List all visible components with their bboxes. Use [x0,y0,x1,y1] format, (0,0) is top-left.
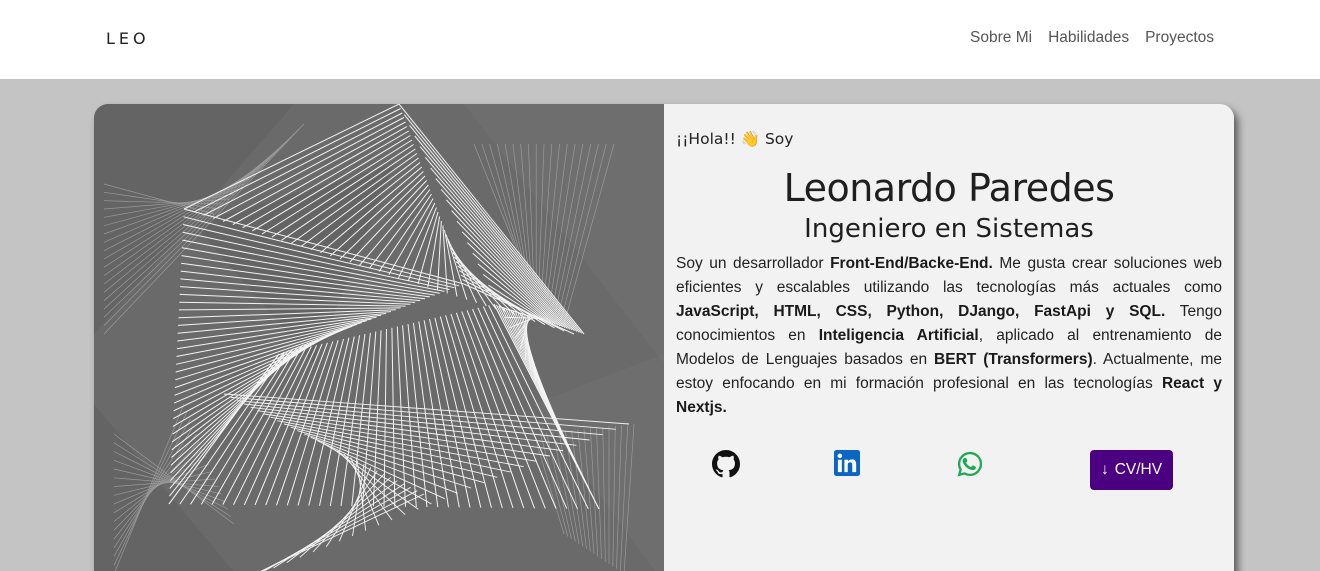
nav-link-proyectos[interactable]: Proyectos [1145,29,1214,47]
nav-link-habilidades[interactable]: Habilidades [1048,29,1129,47]
brand-logo[interactable]: LEO [106,29,150,48]
nav-link-sobre-mi[interactable]: Sobre Mi [970,29,1032,47]
bio-highlight: BERT (Transformers) [934,351,1093,368]
hero-card: ¡¡Hola!! 👋 Soy Leonardo Paredes Ingenier… [94,104,1234,571]
social-links: ↓ CV/HV [676,450,1222,492]
cv-button-label: CV/HV [1114,461,1163,478]
nav-links: Sobre Mi Habilidades Proyectos [970,29,1214,47]
bio-highlight: Front-End/Backe-End. [830,255,993,272]
string-art-image [94,104,664,571]
linkedin-link[interactable] [834,450,862,478]
bio-highlight: Inteligencia Artificial [818,327,979,344]
greeting: ¡¡Hola!! 👋 Soy [676,130,794,148]
hero-artwork [94,104,664,571]
github-icon [712,450,740,478]
download-arrow-icon: ↓ [1100,461,1109,478]
hero-name: Leonardo Paredes [783,166,1115,210]
bio-paragraph: Soy un desarrollador Front-End/Backe-End… [676,252,1222,420]
download-cv-button[interactable]: ↓ CV/HV [1090,450,1173,490]
bio-highlight: JavaScript, HTML, CSS, Python, DJango, F… [676,303,1166,320]
linkedin-icon [834,450,860,476]
navbar: LEO Sobre Mi Habilidades Proyectos [0,0,1320,79]
github-link[interactable] [712,450,740,478]
bio-text: Soy un desarrollador [676,255,831,272]
whatsapp-icon [957,451,983,477]
hero-title: Ingeniero en Sistemas [804,214,1094,244]
hero-content: ¡¡Hola!! 👋 Soy Leonardo Paredes Ingenier… [664,104,1234,571]
whatsapp-link[interactable] [956,450,984,478]
